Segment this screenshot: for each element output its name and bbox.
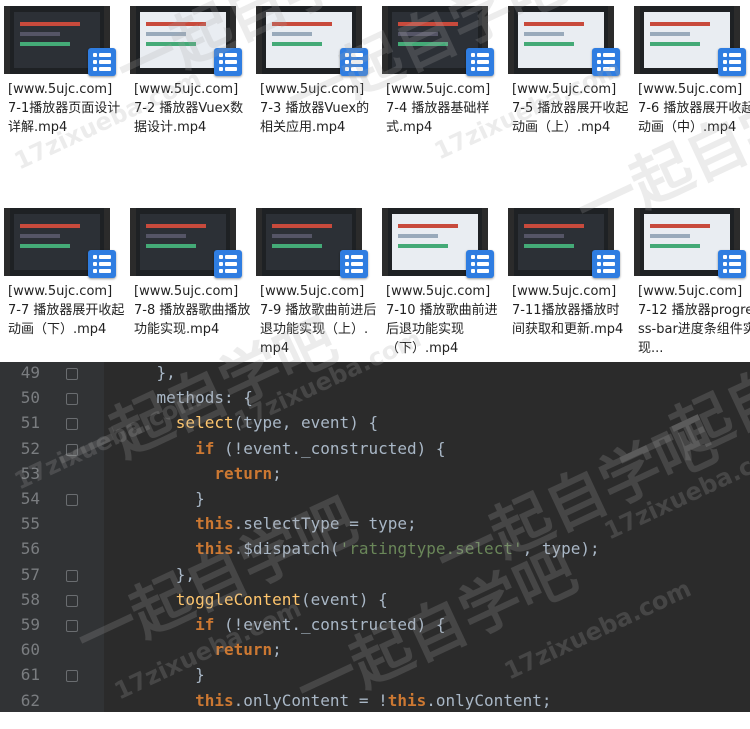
line-number: 56 bbox=[20, 539, 40, 559]
file-name-prefix: [www.5ujc.com] bbox=[260, 284, 365, 299]
code-line: if (!event._constructed) { bbox=[195, 438, 446, 458]
file-name-title: 7-4 播放器基础样式.mp4 bbox=[386, 101, 490, 135]
fold-marker-icon[interactable] bbox=[66, 494, 78, 506]
code-line: select(type, event) { bbox=[175, 413, 379, 433]
code-line: this.onlyContent = !this.onlyContent; bbox=[195, 690, 552, 710]
file-name-prefix: [www.5ujc.com] bbox=[386, 82, 491, 97]
video-file-icon bbox=[466, 48, 494, 76]
file-name-title: 7-8 播放器歌曲播放功能实现.mp4 bbox=[134, 303, 251, 337]
code-line: } bbox=[118, 665, 205, 685]
file-name: [www.5ujc.com] 7-6 播放器展开收起动画（中）.mp4 bbox=[638, 80, 750, 137]
video-file-icon bbox=[592, 48, 620, 76]
file-name: [www.5ujc.com] 7-10 播放歌曲前进后退功能实现（下）.mp4 bbox=[386, 282, 504, 358]
file-name: [www.5ujc.com] 7-12 播放器progress-bar进度条组件实… bbox=[638, 282, 750, 358]
fold-marker-icon[interactable] bbox=[66, 569, 78, 582]
file-name: [www.5ujc.com] 7-11播放器播放时间获取和更新.mp4 bbox=[512, 282, 630, 339]
file-name-prefix: [www.5ujc.com] bbox=[512, 82, 617, 97]
line-number: 53 bbox=[20, 463, 40, 483]
video-file-icon bbox=[214, 48, 242, 76]
video-file-icon bbox=[592, 250, 620, 278]
video-file-icon bbox=[466, 250, 494, 278]
file-name-title: 7-12 播放器progress-bar进度条组件实现... bbox=[638, 303, 750, 356]
video-file-icon bbox=[340, 250, 368, 278]
file-name: [www.5ujc.com] 7-7 播放器展开收起动画（下）.mp4 bbox=[8, 282, 126, 339]
line-number: 58 bbox=[20, 589, 40, 609]
file-name: [www.5ujc.com] 7-9 播放歌曲前进后退功能实现（上）.mp4 bbox=[260, 282, 378, 358]
code-line: return; bbox=[214, 463, 282, 483]
line-number: 54 bbox=[20, 489, 40, 508]
code-line: methods: { bbox=[118, 388, 253, 408]
code-line: } bbox=[118, 489, 205, 508]
video-file-icon bbox=[214, 250, 242, 278]
file-name-prefix: [www.5ujc.com] bbox=[134, 82, 239, 97]
file-name-title: 7-1播放器页面设计详解.mp4 bbox=[8, 101, 121, 135]
code-editor: 49 }, 50 methods: { 51 select(type, event)… bbox=[0, 362, 750, 712]
line-number: 62 bbox=[20, 690, 40, 710]
file-name-title: 7-6 播放器展开收起动画（中）.mp4 bbox=[638, 101, 750, 135]
file-name-title: 7-3 播放器Vuex的相关应用.mp4 bbox=[260, 101, 370, 135]
code-line: toggleContent(event) { bbox=[175, 589, 388, 609]
file-name-title: 7-2 播放器Vuex数据设计.mp4 bbox=[134, 101, 244, 135]
file-name: [www.5ujc.com] 7-2 播放器Vuex数据设计.mp4 bbox=[134, 80, 252, 137]
file-name-title: 7-5 播放器展开收起动画（上）.mp4 bbox=[512, 101, 629, 135]
file-name-prefix: [www.5ujc.com] bbox=[386, 284, 491, 299]
file-name-prefix: [www.5ujc.com] bbox=[638, 284, 743, 299]
file-name: [www.5ujc.com] 7-1播放器页面设计详解.mp4 bbox=[8, 80, 126, 137]
code-line: if (!event._constructed) { bbox=[195, 615, 446, 634]
fold-marker-icon[interactable] bbox=[66, 443, 78, 456]
line-number: 57 bbox=[20, 564, 40, 584]
line-number: 59 bbox=[20, 615, 40, 634]
file-name-prefix: [www.5ujc.com] bbox=[260, 82, 365, 97]
line-number: 60 bbox=[20, 640, 40, 660]
line-number: 50 bbox=[20, 388, 40, 408]
file-name-prefix: [www.5ujc.com] bbox=[512, 284, 617, 299]
file-name-title: 7-11播放器播放时间获取和更新.mp4 bbox=[512, 303, 624, 337]
code-line: }, bbox=[118, 564, 196, 584]
file-name-prefix: [www.5ujc.com] bbox=[8, 284, 113, 299]
video-file-icon bbox=[88, 250, 116, 278]
file-name-title: 7-10 播放歌曲前进后退功能实现（下）.mp4 bbox=[386, 303, 498, 356]
code-line: this.$dispatch('ratingtype.select', type… bbox=[195, 539, 600, 559]
fold-marker-icon[interactable] bbox=[66, 620, 78, 632]
video-file-icon bbox=[718, 48, 746, 76]
file-grid: [www.5ujc.com] 7-1播放器页面设计详解.mp4 [www.5ujc.… bbox=[0, 0, 750, 362]
file-name-title: 7-9 播放歌曲前进后退功能实现（上）.mp4 bbox=[260, 303, 377, 356]
fold-marker-icon[interactable] bbox=[66, 393, 78, 406]
file-name: [www.5ujc.com] 7-3 播放器Vuex的相关应用.mp4 bbox=[260, 80, 378, 137]
file-name-prefix: [www.5ujc.com] bbox=[134, 284, 239, 299]
line-number: 52 bbox=[20, 438, 40, 458]
file-name: [www.5ujc.com] 7-5 播放器展开收起动画（上）.mp4 bbox=[512, 80, 630, 137]
video-file-icon bbox=[88, 48, 116, 76]
fold-marker-icon[interactable] bbox=[66, 418, 78, 431]
code-line: this.selectType = type; bbox=[195, 514, 417, 534]
fold-marker-icon[interactable] bbox=[66, 670, 78, 683]
line-number: 61 bbox=[20, 665, 40, 685]
video-file-icon bbox=[718, 250, 746, 278]
code-line: return; bbox=[214, 640, 282, 660]
file-name: [www.5ujc.com] 7-8 播放器歌曲播放功能实现.mp4 bbox=[134, 282, 252, 339]
code-line: }, bbox=[118, 363, 176, 382]
line-number: 49 bbox=[20, 363, 40, 382]
file-name-prefix: [www.5ujc.com] bbox=[638, 82, 743, 97]
file-name: [www.5ujc.com] 7-4 播放器基础样式.mp4 bbox=[386, 80, 504, 137]
line-number: 55 bbox=[20, 514, 40, 534]
file-name-title: 7-7 播放器展开收起动画（下）.mp4 bbox=[8, 303, 125, 337]
video-file-icon bbox=[340, 48, 368, 76]
file-name-prefix: [www.5ujc.com] bbox=[8, 82, 113, 97]
fold-marker-icon[interactable] bbox=[66, 368, 78, 380]
fold-marker-icon[interactable] bbox=[66, 594, 78, 607]
line-number: 51 bbox=[20, 413, 40, 433]
